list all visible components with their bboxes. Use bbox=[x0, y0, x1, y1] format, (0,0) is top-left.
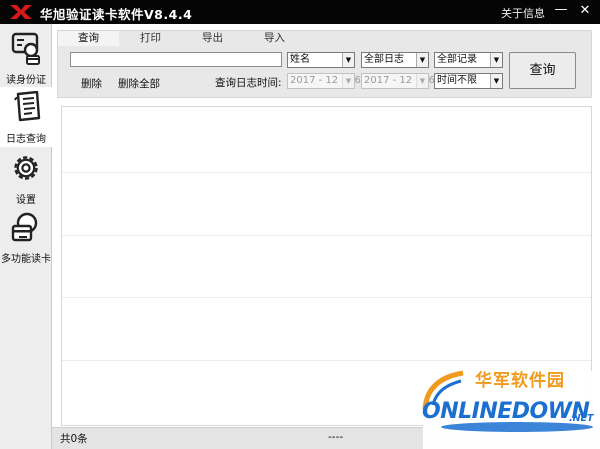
onlinedown-watermark: 华军软件园 ONLINEDOWN .NET bbox=[419, 365, 600, 449]
dropdown-arrow-icon: ▼ bbox=[342, 53, 354, 67]
minimize-button[interactable]: — bbox=[553, 3, 569, 19]
field-select-value: 姓名 bbox=[290, 54, 310, 65]
watermark-cn-text: 华军软件园 bbox=[475, 371, 565, 391]
delete-button[interactable]: 删除 bbox=[81, 76, 102, 91]
watermark-net-text: .NET bbox=[569, 413, 594, 424]
title-bar: 华旭验证读卡软件V8.4.4 关于信息 — ✕ bbox=[0, 0, 600, 24]
table-row-divider bbox=[62, 360, 591, 361]
date-from-picker[interactable]: 2017 - 12 - 26 ▼ bbox=[287, 73, 361, 89]
dropdown-arrow-icon: ▼ bbox=[342, 74, 354, 88]
sidebar-item-multi-card-reader[interactable]: 多功能读卡 bbox=[0, 207, 52, 267]
tab-query[interactable]: 查询 bbox=[58, 31, 119, 46]
dropdown-arrow-icon: ▼ bbox=[416, 53, 428, 67]
log-document-icon bbox=[14, 91, 41, 122]
dropdown-arrow-icon: ▼ bbox=[490, 53, 502, 67]
sidebar-item-read-id-card[interactable]: 读身份证 bbox=[0, 28, 52, 88]
query-time-label: 查询日志时间: bbox=[215, 77, 282, 89]
record-select[interactable]: 全部记录 ▼ bbox=[434, 52, 503, 68]
table-row-divider bbox=[62, 297, 591, 298]
tab-print[interactable]: 打印 bbox=[120, 31, 181, 46]
search-input[interactable] bbox=[70, 52, 282, 67]
log-type-select-value: 全部日志 bbox=[364, 54, 404, 65]
id-card-icon bbox=[11, 32, 40, 65]
tab-label: 导出 bbox=[202, 32, 223, 44]
tab-label: 查询 bbox=[78, 32, 99, 44]
tab-label: 打印 bbox=[140, 32, 161, 44]
query-button[interactable]: 查询 bbox=[509, 52, 576, 89]
record-select-value: 全部记录 bbox=[437, 54, 477, 65]
multi-card-reader-icon bbox=[11, 212, 38, 242]
sidebar-item-label: 读身份证 bbox=[6, 75, 46, 86]
about-info-link[interactable]: 关于信息 bbox=[501, 5, 545, 21]
sidebar-item-label: 设置 bbox=[16, 195, 36, 206]
record-count: 共0条 bbox=[60, 433, 88, 445]
sidebar-item-label: 日志查询 bbox=[6, 134, 46, 145]
date-to-picker[interactable]: 2017 - 12 - 26 ▼ bbox=[361, 73, 435, 89]
time-limit-select-value: 时间不限 bbox=[437, 75, 477, 86]
sidebar-item-label: 多功能读卡 bbox=[1, 254, 51, 265]
tab-export[interactable]: 导出 bbox=[182, 31, 243, 46]
status-center-text: ---- bbox=[328, 431, 344, 443]
close-button[interactable]: ✕ bbox=[577, 3, 593, 19]
gear-icon bbox=[14, 156, 38, 180]
sidebar-item-settings[interactable]: 设置 bbox=[0, 148, 52, 208]
log-type-select[interactable]: 全部日志 ▼ bbox=[361, 52, 429, 68]
sidebar-item-log-query[interactable]: 日志查询 bbox=[0, 87, 52, 147]
time-limit-select[interactable]: 时间不限 ▼ bbox=[434, 73, 503, 89]
app-title: 华旭验证读卡软件V8.4.4 bbox=[40, 7, 193, 22]
watermark-en-text: ONLINEDOWN bbox=[422, 399, 590, 424]
delete-all-button[interactable]: 删除全部 bbox=[118, 76, 160, 91]
dropdown-arrow-icon: ▼ bbox=[416, 74, 428, 88]
field-select[interactable]: 姓名 ▼ bbox=[287, 52, 355, 68]
dropdown-arrow-icon: ▼ bbox=[490, 74, 502, 88]
app-logo-icon bbox=[10, 5, 32, 19]
sidebar: 读身份证 日志查询 设置 多功能读卡 bbox=[0, 24, 52, 449]
table-row-divider bbox=[62, 235, 591, 236]
table-row-divider bbox=[62, 172, 591, 173]
tab-import[interactable]: 导入 bbox=[244, 31, 305, 46]
tab-label: 导入 bbox=[264, 32, 285, 44]
